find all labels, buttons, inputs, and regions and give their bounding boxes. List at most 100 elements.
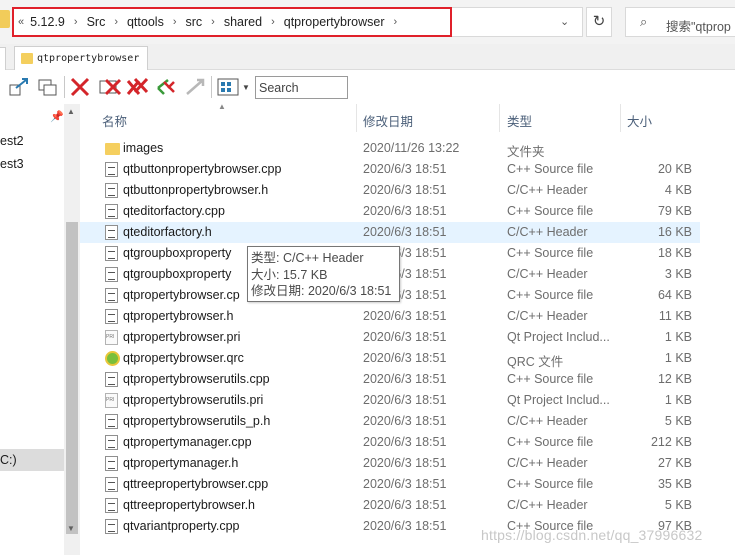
- header-file-icon: [105, 456, 118, 471]
- table-row[interactable]: qtpropertybrowser.pri 2020/6/3 18:51 Qt Pr…: [80, 327, 700, 348]
- file-size: 3 KB: [664, 267, 692, 281]
- folder-icon: [0, 10, 10, 28]
- table-row[interactable]: qteditorfactory.cpp 2020/6/3 18:51 C++ Sou…: [80, 201, 700, 222]
- table-row[interactable]: qttreepropertybrowser.h 2020/6/3 18:51 C/C…: [80, 495, 700, 516]
- move-to-icon[interactable]: [8, 76, 32, 98]
- toolbar-separator: [64, 76, 65, 98]
- cpp-file-icon: [105, 288, 118, 303]
- file-date: 2020/6/3 18:51: [363, 330, 447, 344]
- table-row[interactable]: qtpropertybrowserutils_p.h 2020/6/3 18:51…: [80, 411, 700, 432]
- file-date: 2020/6/3 18:51: [363, 414, 447, 428]
- folder-icon: [105, 143, 120, 155]
- toolbar-search-input[interactable]: Search: [255, 76, 348, 99]
- cpp-file-icon: [105, 372, 118, 387]
- file-name: qttreepropertybrowser.cpp: [123, 477, 269, 491]
- cpp-file-icon: [105, 519, 118, 534]
- cpp-file-icon: [105, 477, 118, 492]
- table-row[interactable]: images 2020/11/26 13:22 文件夹: [80, 138, 700, 159]
- pin-icon[interactable]: 📌: [50, 110, 64, 123]
- table-row[interactable]: qttreepropertybrowser.cpp 2020/6/3 18:51 C…: [80, 474, 700, 495]
- column-header-name[interactable]: 名称: [102, 111, 127, 130]
- table-row[interactable]: qtbuttonpropertybrowser.cpp 2020/6/3 18:5…: [80, 159, 700, 180]
- column-header-date[interactable]: 修改日期: [363, 111, 413, 130]
- table-row[interactable]: qtbuttonpropertybrowser.h 2020/6/3 18:51 C…: [80, 180, 700, 201]
- file-date: 2020/11/26 13:22: [363, 141, 460, 155]
- file-name: qtpropertybrowser.pri: [123, 330, 241, 344]
- pri-file-icon: [105, 393, 118, 408]
- file-size: 5 KB: [664, 498, 692, 512]
- cpp-file-icon: [105, 162, 118, 177]
- table-row[interactable]: qtpropertybrowser.qrc 2020/6/3 18:51 QRC 文…: [80, 348, 700, 369]
- copy-to-icon[interactable]: [36, 76, 60, 98]
- refresh-button[interactable]: ↻: [586, 7, 612, 37]
- header-file-icon: [105, 225, 118, 240]
- table-row[interactable]: qtpropertymanager.h 2020/6/3 18:51 C/C++ H…: [80, 453, 700, 474]
- search-icon: ⌕: [640, 14, 648, 29]
- tab-previous[interactable]: [0, 47, 6, 70]
- scroll-up-icon[interactable]: ▲: [67, 107, 75, 116]
- file-date: 2020/6/3 18:51: [363, 477, 447, 491]
- file-date: 2020/6/3 18:51: [363, 456, 447, 470]
- scroll-down-icon[interactable]: ▼: [67, 524, 75, 533]
- file-size: 16 KB: [657, 225, 692, 239]
- search-placeholder: 搜索"qtprop: [666, 20, 731, 34]
- file-type: C/C++ Header: [507, 183, 588, 197]
- tab-label: qtpropertybrowser: [37, 53, 140, 64]
- tab-qtpropertybrowser[interactable]: qtpropertybrowser: [14, 46, 148, 71]
- file-name: qtpropertybrowser.qrc: [123, 351, 244, 365]
- column-divider[interactable]: [356, 104, 357, 132]
- column-header-size[interactable]: 大小: [627, 111, 652, 130]
- file-type: Qt Project Includ...: [507, 330, 610, 344]
- cpp-file-icon: [105, 204, 118, 219]
- table-row[interactable]: qteditorfactory.h 2020/6/3 18:51 C/C++ Hea…: [80, 222, 700, 243]
- file-name: qtpropertybrowser.h: [123, 309, 234, 323]
- file-name: qtpropertybrowser.cp: [123, 288, 240, 302]
- chevron-down-icon[interactable]: ▼: [242, 83, 250, 92]
- file-name: qtvariantproperty.cpp: [123, 519, 240, 533]
- file-type: C/C++ Header: [507, 456, 588, 470]
- file-type: C/C++ Header: [507, 267, 588, 281]
- file-date: 2020/6/3 18:51: [363, 393, 447, 407]
- column-divider[interactable]: [620, 104, 621, 132]
- nav-item[interactable]: est3: [0, 157, 24, 171]
- file-date: 2020/6/3 18:51: [363, 183, 447, 197]
- file-name: qtgroupboxproperty: [123, 267, 232, 281]
- file-date: 2020/6/3 18:51: [363, 435, 447, 449]
- table-row[interactable]: qtpropertybrowser.h 2020/6/3 18:51 C/C++ H…: [80, 306, 700, 327]
- undo-icon[interactable]: [154, 76, 178, 98]
- delete-icon[interactable]: [68, 76, 92, 98]
- watermark: https://blog.csdn.net/qq_37996632: [481, 527, 703, 543]
- nav-item[interactable]: est2: [0, 134, 24, 148]
- delete-permanently-icon[interactable]: [98, 76, 122, 98]
- column-header-type[interactable]: 类型: [507, 111, 532, 130]
- file-date: 2020/6/3 18:51: [363, 225, 447, 239]
- view-options-icon[interactable]: [216, 76, 240, 98]
- file-size: 1 KB: [664, 393, 692, 407]
- file-type: C++ Source file: [507, 477, 594, 491]
- file-date: 2020/6/3 18:51: [363, 519, 447, 533]
- tooltip-type: 类型: C/C++ Header: [251, 251, 364, 265]
- file-type: C++ Source file: [507, 435, 594, 449]
- toolbar: ▼ Search: [0, 70, 735, 104]
- chevron-down-icon[interactable]: ⌄: [560, 15, 569, 28]
- delete-multiple-icon[interactable]: [125, 76, 149, 98]
- qrc-file-icon: [105, 351, 120, 366]
- tooltip-size: 大小: 15.7 KB: [251, 267, 328, 282]
- redo-icon[interactable]: [183, 76, 207, 98]
- column-divider[interactable]: [499, 104, 500, 132]
- pri-file-icon: [105, 330, 118, 345]
- file-list-scroll-area: [700, 104, 735, 555]
- file-size: 12 KB: [657, 372, 692, 386]
- table-row[interactable]: qtpropertybrowserutils.cpp 2020/6/3 18:51…: [80, 369, 700, 390]
- file-list: ▲ 名称 修改日期 类型 大小 images 2020/11/26 13:22 文件…: [80, 102, 735, 555]
- table-row[interactable]: qtpropertymanager.cpp 2020/6/3 18:51 C++ S…: [80, 432, 700, 453]
- search-input[interactable]: ⌕ 搜索"qtprop: [625, 7, 735, 37]
- table-row[interactable]: qtpropertybrowserutils.pri 2020/6/3 18:51…: [80, 390, 700, 411]
- file-size: 212 KB: [650, 435, 692, 449]
- file-name: qtbuttonpropertybrowser.h: [123, 183, 269, 197]
- file-size: 5 KB: [664, 414, 692, 428]
- nav-scrollbar-thumb[interactable]: [66, 222, 78, 534]
- file-type: C/C++ Header: [507, 225, 588, 239]
- file-name: qtgroupboxproperty: [123, 246, 232, 260]
- file-info-tooltip: 类型: C/C++ Header 大小: 15.7 KB 修改日期: 2020/…: [247, 246, 400, 302]
